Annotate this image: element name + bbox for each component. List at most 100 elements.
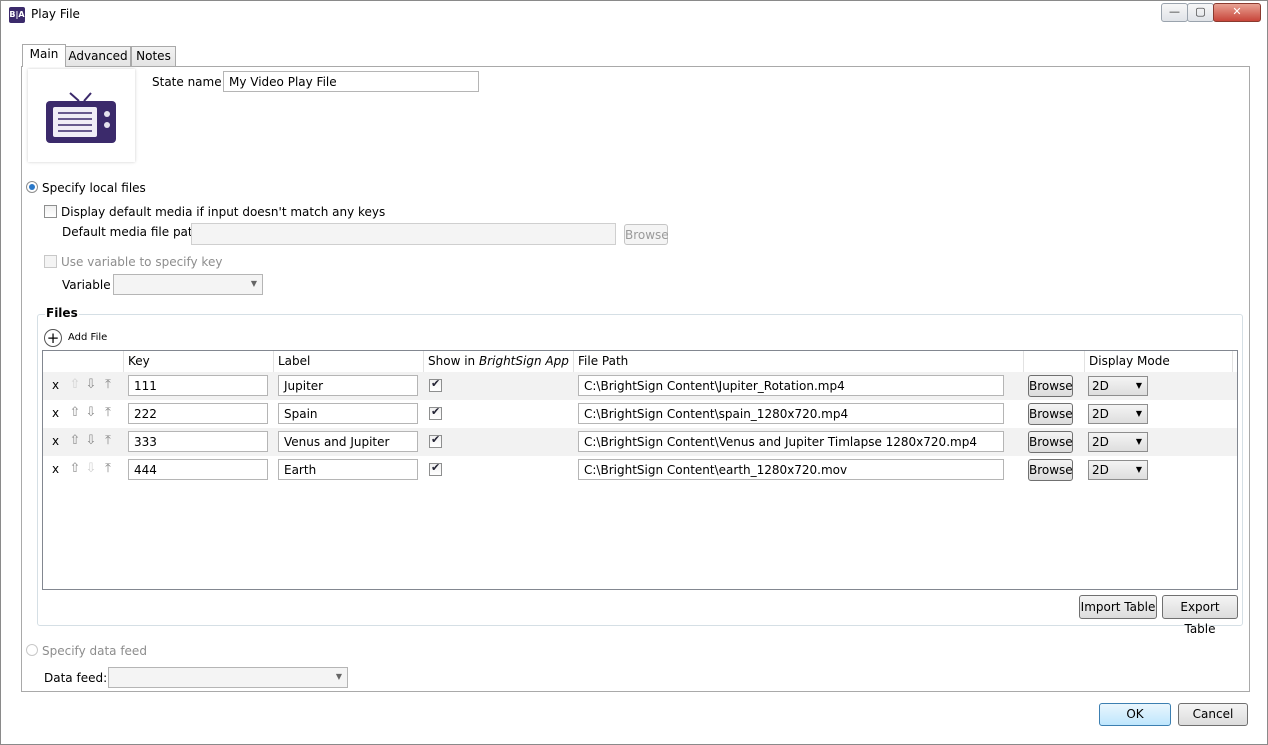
default-media-checkbox-label: Display default media if input doesn't m… xyxy=(61,205,386,219)
table-row: x ⇧ ⇩ ⤒ 111 Jupiter C:\BrightSign Conten… xyxy=(43,372,1237,400)
row-move-controls: ⇧ ⇩ ⤒ xyxy=(68,406,118,422)
data-feed-select[interactable]: ▼ xyxy=(108,667,348,688)
key-input[interactable]: 333 xyxy=(128,431,268,452)
label-input[interactable]: Venus and Jupiter xyxy=(278,431,418,452)
show-in-app-checkbox[interactable] xyxy=(429,405,442,420)
export-table-button[interactable]: Export Table xyxy=(1162,595,1238,636)
specify-local-files-radio[interactable] xyxy=(26,181,38,193)
move-to-icon[interactable]: ⤒ xyxy=(101,378,115,392)
move-down-icon[interactable]: ⇩ xyxy=(84,434,98,448)
key-input[interactable]: 444 xyxy=(128,459,268,480)
show-in-app-checkbox[interactable] xyxy=(429,433,442,448)
move-to-icon[interactable]: ⤒ xyxy=(101,406,115,420)
use-variable-label: Use variable to specify key xyxy=(61,255,223,269)
show-in-app-checkbox[interactable] xyxy=(429,461,442,476)
close-button[interactable]: ✕ xyxy=(1213,3,1261,22)
display-mode-select[interactable]: 2D ▼ xyxy=(1088,460,1148,480)
tv-icon xyxy=(46,92,116,143)
file-path-input[interactable]: C:\BrightSign Content\earth_1280x720.mov xyxy=(578,459,1004,480)
row-move-controls: ⇧ ⇩ ⤒ xyxy=(68,434,118,450)
row-browse-button[interactable]: Browse xyxy=(1028,431,1073,453)
display-mode-select[interactable]: 2D ▼ xyxy=(1088,376,1148,396)
variable-label: Variable xyxy=(62,278,111,292)
move-down-icon[interactable]: ⇩ xyxy=(84,462,98,476)
label-input[interactable]: Spain xyxy=(278,403,418,424)
state-name-label: State name: xyxy=(152,75,226,89)
chevron-down-icon: ▼ xyxy=(1135,409,1142,418)
file-path-input[interactable]: C:\BrightSign Content\spain_1280x720.mp4 xyxy=(578,403,1004,424)
play-file-dialog: B|A Play File — ▢ ✕ Main Advanced Notes … xyxy=(0,0,1268,745)
row-move-controls: ⇧ ⇩ ⤒ xyxy=(68,462,118,478)
row-move-controls: ⇧ ⇩ ⤒ xyxy=(68,378,118,394)
column-header-show-app: BrightSign App xyxy=(478,354,569,368)
chevron-down-icon: ▼ xyxy=(250,279,257,288)
column-header-label[interactable]: Label xyxy=(274,351,424,372)
chevron-down-icon: ▼ xyxy=(1135,465,1142,474)
files-group-label: Files xyxy=(45,306,79,320)
specify-data-feed-label: Specify data feed xyxy=(42,644,147,658)
column-header-show-prefix: Show in xyxy=(428,354,479,368)
chevron-down-icon: ▼ xyxy=(335,672,342,681)
chevron-down-icon: ▼ xyxy=(1135,381,1142,390)
column-header-key[interactable]: Key xyxy=(124,351,274,372)
add-file-button[interactable]: Add File xyxy=(68,332,107,343)
column-header-display-mode[interactable]: Display Mode xyxy=(1085,351,1233,372)
maximize-button[interactable]: ▢ xyxy=(1187,3,1214,22)
ok-button[interactable]: OK xyxy=(1099,703,1171,726)
file-path-input[interactable]: C:\BrightSign Content\Jupiter_Rotation.m… xyxy=(578,375,1004,396)
table-row: x ⇧ ⇩ ⤒ 333 Venus and Jupiter C:\BrightS… xyxy=(43,428,1237,456)
minimize-button[interactable]: — xyxy=(1161,3,1188,22)
tab-notes[interactable]: Notes xyxy=(131,46,176,66)
column-header-show-in-app[interactable]: Show in BrightSign App xyxy=(424,351,574,372)
delete-row-button[interactable]: x xyxy=(52,406,59,420)
move-up-icon[interactable]: ⇧ xyxy=(68,378,82,392)
move-up-icon[interactable]: ⇧ xyxy=(68,406,82,420)
row-browse-button[interactable]: Browse xyxy=(1028,375,1073,397)
tab-advanced[interactable]: Advanced xyxy=(65,46,131,66)
table-row: x ⇧ ⇩ ⤒ 222 Spain C:\BrightSign Content\… xyxy=(43,400,1237,428)
files-table: Key Label Show in BrightSign App File Pa… xyxy=(42,350,1238,590)
row-browse-button[interactable]: Browse xyxy=(1028,403,1073,425)
move-to-icon[interactable]: ⤒ xyxy=(101,434,115,448)
import-table-button[interactable]: Import Table xyxy=(1079,595,1157,619)
key-input[interactable]: 222 xyxy=(128,403,268,424)
display-mode-select[interactable]: 2D ▼ xyxy=(1088,404,1148,424)
cancel-button[interactable]: Cancel xyxy=(1178,703,1248,726)
row-browse-button[interactable]: Browse xyxy=(1028,459,1073,481)
display-mode-value: 2D xyxy=(1092,463,1109,477)
default-media-path-label: Default media file path xyxy=(62,225,201,239)
move-to-icon[interactable]: ⤒ xyxy=(101,462,115,476)
column-header-actions xyxy=(43,351,124,372)
data-feed-label: Data feed: xyxy=(44,671,108,685)
label-input[interactable]: Earth xyxy=(278,459,418,480)
label-input[interactable]: Jupiter xyxy=(278,375,418,396)
display-mode-value: 2D xyxy=(1092,435,1109,449)
move-down-icon[interactable]: ⇩ xyxy=(84,406,98,420)
delete-row-button[interactable]: x xyxy=(52,378,59,392)
delete-row-button[interactable]: x xyxy=(52,434,59,448)
delete-row-button[interactable]: x xyxy=(52,462,59,476)
add-file-icon[interactable]: + xyxy=(44,329,62,347)
tab-main[interactable]: Main xyxy=(22,44,66,67)
state-name-input[interactable]: My Video Play File xyxy=(223,71,479,92)
default-media-checkbox[interactable] xyxy=(44,205,57,218)
use-variable-checkbox[interactable] xyxy=(44,255,57,268)
move-up-icon[interactable]: ⇧ xyxy=(68,434,82,448)
chevron-down-icon: ▼ xyxy=(1135,437,1142,446)
key-input[interactable]: 111 xyxy=(128,375,268,396)
move-down-icon[interactable]: ⇩ xyxy=(84,378,98,392)
file-path-input[interactable]: C:\BrightSign Content\Venus and Jupiter … xyxy=(578,431,1004,452)
move-up-icon[interactable]: ⇧ xyxy=(68,462,82,476)
specify-local-files-label: Specify local files xyxy=(42,181,146,195)
table-row: x ⇧ ⇩ ⤒ 444 Earth C:\BrightSign Content\… xyxy=(43,456,1237,484)
default-media-browse-button[interactable]: Browse xyxy=(624,224,669,245)
display-mode-value: 2D xyxy=(1092,379,1109,393)
display-mode-select[interactable]: 2D ▼ xyxy=(1088,432,1148,452)
column-header-file-path[interactable]: File Path xyxy=(574,351,1024,372)
specify-data-feed-radio[interactable] xyxy=(26,644,38,656)
window-title: Play File xyxy=(31,7,80,21)
variable-select[interactable]: ▼ xyxy=(113,274,263,295)
default-media-path-input[interactable] xyxy=(191,223,616,245)
show-in-app-checkbox[interactable] xyxy=(429,377,442,392)
title-bar: B|A Play File — ▢ ✕ xyxy=(1,1,1267,29)
